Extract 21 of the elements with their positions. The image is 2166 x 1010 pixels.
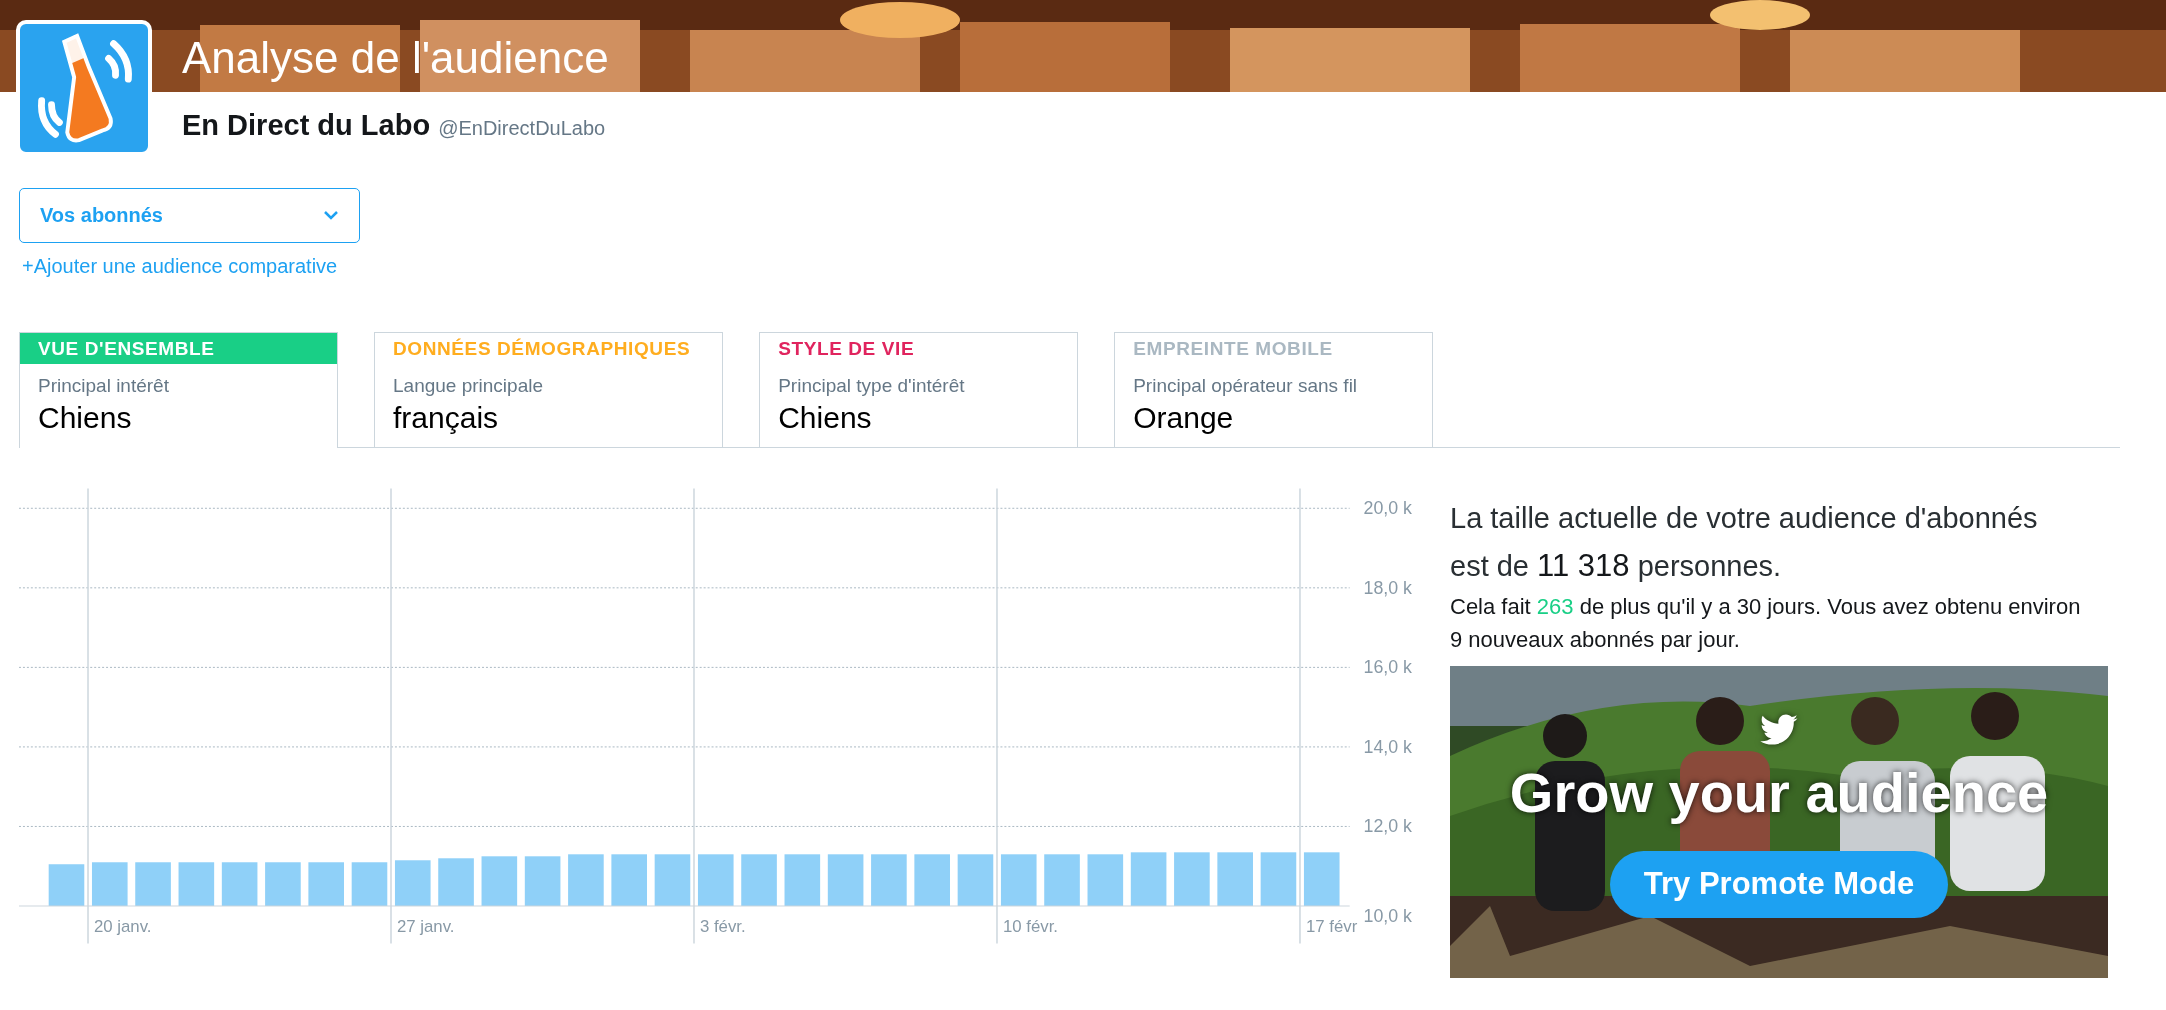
axis-label: 16,0 k: [1363, 656, 1412, 677]
axis-label: 20,0 k: [1363, 497, 1412, 518]
axis-label: 20 janv.: [93, 916, 152, 936]
category-tab[interactable]: STYLE DE VIE Principal type d'intérêt Chiens: [759, 331, 1079, 447]
axis-label: 10 févr.: [1002, 916, 1058, 936]
axis-label: 12,0 k: [1363, 815, 1412, 836]
axis-label: 27 janv.: [396, 916, 455, 936]
axis-label: 14,0 k: [1363, 736, 1412, 757]
category-tab[interactable]: EMPREINTE MOBILE Principal opérateur sans fil Orange: [1114, 331, 1434, 447]
page-title: Analyse de l'audience: [182, 32, 609, 83]
axis-label: 10,0 k: [1363, 905, 1412, 926]
growth-summary: Cela fait 263 de plus qu'il y a 30 jours. Vous avez obtenu environ 9 nouveaux abonnés par jour.: [1450, 592, 2082, 654]
category-tab[interactable]: DONNÉES DÉMOGRAPHIQUES Langue principale français: [374, 331, 724, 447]
audience-summary: La taille actuelle de votre audience d'abonnés est de 11 318 personnes.: [1450, 500, 2039, 585]
account-name: En Direct du Labo: [182, 108, 431, 143]
chevron-down-icon: [323, 210, 339, 220]
axis-label: 3 févr.: [699, 916, 746, 936]
category-tab[interactable]: VUE D'ENSEMBLE Principal intérêt Chiens: [19, 331, 338, 448]
axis-label: 17 févr: [1305, 916, 1358, 936]
axis-label: 18,0 k: [1363, 577, 1412, 598]
account-handle: @EnDirectDuLabo: [438, 116, 606, 141]
